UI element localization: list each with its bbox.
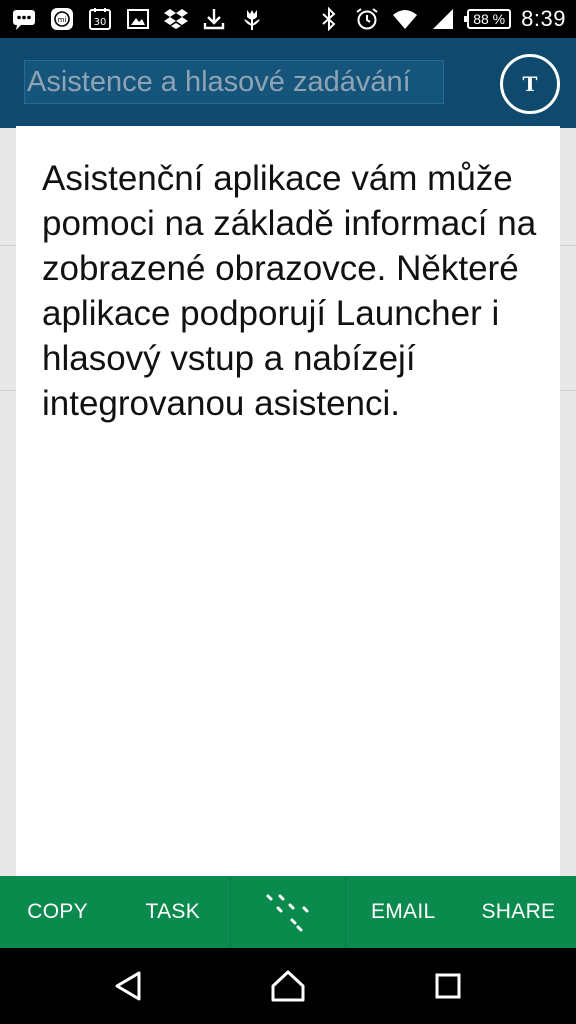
navigation-bar xyxy=(0,948,576,1024)
download-icon xyxy=(200,5,228,33)
battery-indicator: 88 % xyxy=(464,9,512,29)
share-button[interactable]: SHARE xyxy=(461,876,576,948)
alarm-icon xyxy=(353,5,381,33)
dropbox-icon xyxy=(162,5,190,33)
recents-button[interactable] xyxy=(428,966,468,1006)
status-bar: mi 30 88 % 8:39 xyxy=(0,0,576,38)
card-text[interactable]: Asistenční aplikace vám může pomoci na z… xyxy=(42,156,542,426)
action-bar: COPY TASK EMAIL SHARE xyxy=(0,876,576,948)
page-title: Asistence a hlasové zadávání xyxy=(27,65,411,98)
home-button[interactable] xyxy=(268,966,308,1006)
calendar-day: 30 xyxy=(94,17,107,28)
svg-text:mi: mi xyxy=(58,16,67,24)
calendar-icon: 30 xyxy=(86,5,114,33)
copy-button[interactable]: COPY xyxy=(0,876,115,948)
recents-icon xyxy=(435,973,461,999)
chat-bubble-icon xyxy=(10,5,38,33)
wifi-icon xyxy=(391,5,419,33)
back-icon xyxy=(115,971,141,1001)
text-card: Asistenční aplikace vám může pomoci na z… xyxy=(16,126,560,878)
signal-icon xyxy=(429,5,457,33)
system-status-icons: 88 % 8:39 xyxy=(315,5,566,33)
clock: 8:39 xyxy=(521,6,566,31)
task-button[interactable]: TASK xyxy=(115,876,230,948)
app-bar: Asistence a hlasové zadávání T xyxy=(0,38,576,128)
dots-pattern-icon xyxy=(266,894,309,932)
bluetooth-icon xyxy=(315,5,343,33)
home-icon xyxy=(271,970,305,1002)
title-field[interactable]: Asistence a hlasové zadávání xyxy=(24,60,444,104)
mi-icon: mi xyxy=(48,5,76,33)
tulip-icon xyxy=(238,5,266,33)
dots-pattern-button[interactable] xyxy=(230,876,346,948)
back-button[interactable] xyxy=(108,966,148,1006)
avatar-button[interactable]: T xyxy=(500,54,560,114)
email-button[interactable]: EMAIL xyxy=(346,876,461,948)
notification-icons: mi 30 xyxy=(10,5,266,33)
image-icon xyxy=(124,5,152,33)
